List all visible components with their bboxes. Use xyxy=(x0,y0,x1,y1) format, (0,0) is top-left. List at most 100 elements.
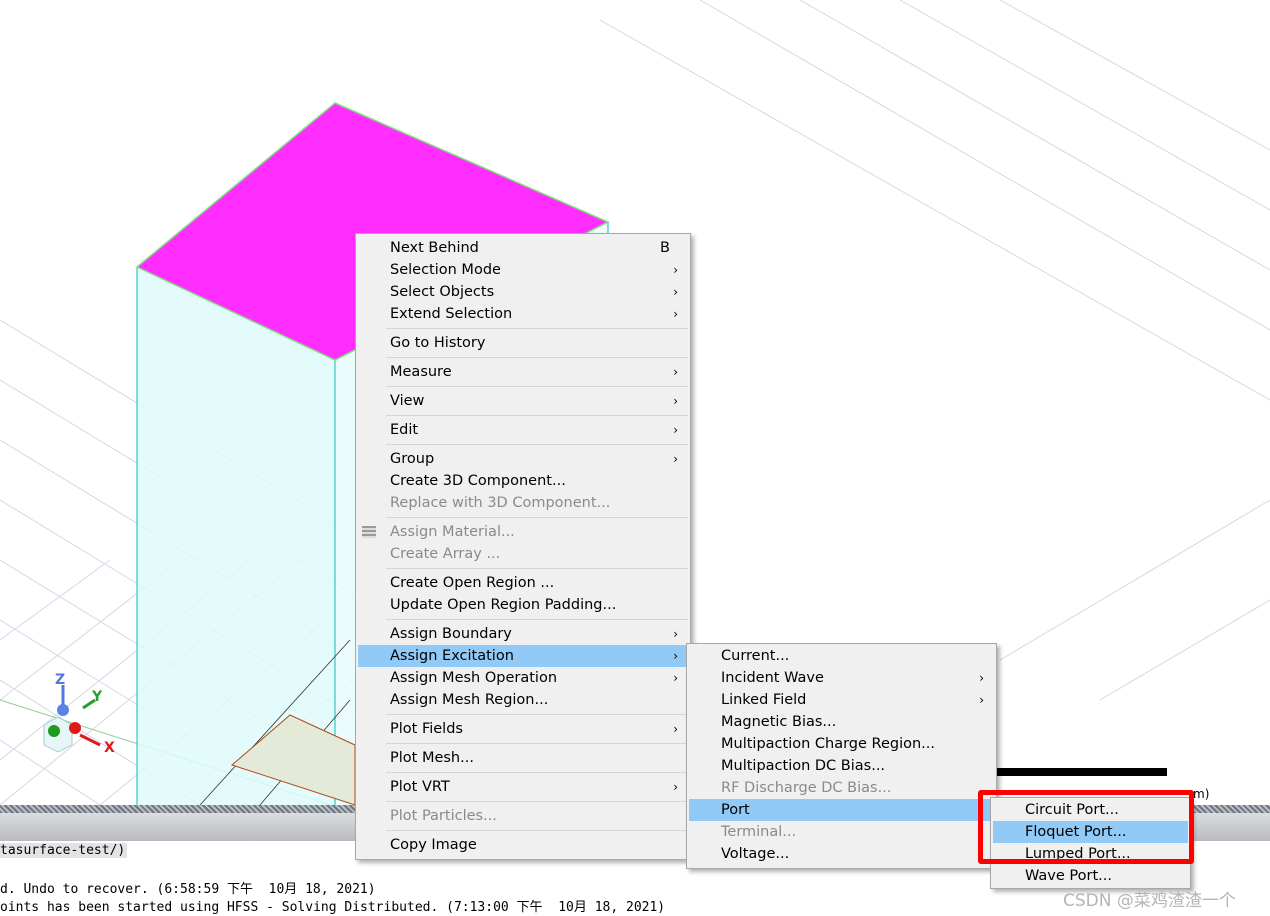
menu-item-label: Create Array ... xyxy=(390,546,501,562)
menu-item-label: Magnetic Bias... xyxy=(721,714,837,730)
menu-separator xyxy=(386,772,688,773)
menu-item-wave-port[interactable]: Wave Port... xyxy=(993,865,1188,887)
menu-item-label: Multipaction Charge Region... xyxy=(721,736,935,752)
menu-item-plot-vrt[interactable]: Plot VRT › xyxy=(358,776,688,798)
menu-separator xyxy=(386,357,688,358)
menu-item-assign-material: Assign Material... xyxy=(358,521,688,543)
menu-separator xyxy=(386,386,688,387)
menu-item-label: Port xyxy=(721,802,750,818)
menu-separator xyxy=(386,415,688,416)
menu-item-label: Assign Mesh Operation xyxy=(390,670,558,686)
menu-item-label: Assign Mesh Region... xyxy=(390,692,549,708)
submenu-arrow-icon: › xyxy=(673,627,678,641)
submenu-arrow-icon: › xyxy=(673,649,678,663)
menu-separator xyxy=(386,444,688,445)
menu-item-update-open-region-padding[interactable]: Update Open Region Padding... xyxy=(358,594,688,616)
menu-item-linked-field[interactable]: Linked Field › xyxy=(689,689,994,711)
menu-item-label: Group xyxy=(390,451,435,467)
submenu-arrow-icon: › xyxy=(673,263,678,277)
menu-item-select-objects[interactable]: Select Objects › xyxy=(358,281,688,303)
menu-item-next-behind[interactable]: Next Behind B xyxy=(358,237,688,259)
menu-item-label: Assign Material... xyxy=(390,524,515,540)
submenu-arrow-icon: › xyxy=(673,722,678,736)
menu-item-measure[interactable]: Measure › xyxy=(358,361,688,383)
menu-separator xyxy=(386,619,688,620)
menu-item-create-3d-component[interactable]: Create 3D Component... xyxy=(358,470,688,492)
menu-item-label: Plot Fields xyxy=(390,721,463,737)
menu-separator xyxy=(386,714,688,715)
menu-item-label: Measure xyxy=(390,364,452,380)
context-menu: Next Behind B Selection Mode › Select Object… xyxy=(355,233,691,860)
red-highlight-annotation xyxy=(978,790,1194,864)
menu-item-label: Edit xyxy=(390,422,419,438)
menu-item-edit[interactable]: Edit › xyxy=(358,419,688,441)
menu-item-label: Create Open Region ... xyxy=(390,575,555,591)
menu-item-label: Incident Wave xyxy=(721,670,824,686)
menu-item-go-to-history[interactable]: Go to History xyxy=(358,332,688,354)
menu-item-view[interactable]: View › xyxy=(358,390,688,412)
menu-item-plot-fields[interactable]: Plot Fields › xyxy=(358,718,688,740)
menu-item-label: Plot VRT xyxy=(390,779,450,795)
scale-bar xyxy=(997,768,1167,776)
project-path: tasurface-test/) xyxy=(0,843,128,858)
submenu-arrow-icon: › xyxy=(673,452,678,466)
menu-item-label: Go to History xyxy=(390,335,486,351)
submenu-arrow-icon: › xyxy=(673,423,678,437)
submenu-arrow-icon: › xyxy=(673,285,678,299)
menu-item-assign-excitation[interactable]: Assign Excitation › xyxy=(358,645,688,667)
axis-z-label: Z xyxy=(55,672,65,688)
menu-item-multipaction-dc-bias[interactable]: Multipaction DC Bias... xyxy=(689,755,994,777)
menu-separator xyxy=(386,568,688,569)
menu-item-plot-mesh[interactable]: Plot Mesh... xyxy=(358,747,688,769)
menu-item-replace-with-3d-component: Replace with 3D Component... xyxy=(358,492,688,514)
menu-separator xyxy=(386,743,688,744)
log-line: d. Undo to recover. (6:58:59 下午 10月 18, … xyxy=(0,882,376,897)
menu-item-label: Replace with 3D Component... xyxy=(390,495,611,511)
menu-item-selection-mode[interactable]: Selection Mode › xyxy=(358,259,688,281)
menu-item-label: RF Discharge DC Bias... xyxy=(721,780,892,796)
menu-item-incident-wave[interactable]: Incident Wave › xyxy=(689,667,994,689)
menu-item-label: Wave Port... xyxy=(1025,868,1112,884)
log-line: oints has been started using HFSS - Solv… xyxy=(0,900,666,915)
menu-separator xyxy=(386,517,688,518)
submenu-arrow-icon: › xyxy=(673,780,678,794)
submenu-arrow-icon: › xyxy=(673,307,678,321)
menu-separator xyxy=(386,830,688,831)
menu-item-label: Plot Mesh... xyxy=(390,750,474,766)
menu-item-label: Select Objects xyxy=(390,284,495,300)
menu-separator xyxy=(386,801,688,802)
shortcut-label: B xyxy=(660,240,670,256)
menu-item-create-array: Create Array ... xyxy=(358,543,688,565)
menu-item-port[interactable]: Port › xyxy=(689,799,994,821)
watermark: CSDN @菜鸡渣渣一个 xyxy=(1063,891,1236,911)
menu-item-assign-mesh-operation[interactable]: Assign Mesh Operation › xyxy=(358,667,688,689)
menu-item-label: Terminal... xyxy=(721,824,797,840)
menu-item-voltage[interactable]: Voltage... xyxy=(689,843,994,865)
menu-item-label: Update Open Region Padding... xyxy=(390,597,617,613)
menu-item-terminal: Terminal... xyxy=(689,821,994,843)
axis-y-label: Y xyxy=(91,689,103,705)
menu-item-label: View xyxy=(390,393,425,409)
submenu-arrow-icon: › xyxy=(979,671,984,685)
menu-item-label: Assign Excitation xyxy=(390,648,514,664)
menu-item-label: Plot Particles... xyxy=(390,808,497,824)
menu-item-label: Voltage... xyxy=(721,846,790,862)
menu-item-assign-mesh-region[interactable]: Assign Mesh Region... xyxy=(358,689,688,711)
material-icon xyxy=(362,526,376,538)
menu-item-label: Linked Field xyxy=(721,692,807,708)
menu-item-copy-image[interactable]: Copy Image xyxy=(358,834,688,856)
menu-item-label: Extend Selection xyxy=(390,306,513,322)
scale-unit: m) xyxy=(1193,787,1209,801)
menu-item-current[interactable]: Current... xyxy=(689,645,994,667)
menu-separator xyxy=(386,328,688,329)
menu-item-magnetic-bias[interactable]: Magnetic Bias... xyxy=(689,711,994,733)
axis-x-label: X xyxy=(104,740,115,756)
menu-item-assign-boundary[interactable]: Assign Boundary › xyxy=(358,623,688,645)
menu-item-label: Next Behind xyxy=(390,240,479,256)
menu-item-label: Selection Mode xyxy=(390,262,501,278)
submenu-arrow-icon: › xyxy=(673,394,678,408)
menu-item-extend-selection[interactable]: Extend Selection › xyxy=(358,303,688,325)
menu-item-create-open-region[interactable]: Create Open Region ... xyxy=(358,572,688,594)
menu-item-multipaction-charge-region[interactable]: Multipaction Charge Region... xyxy=(689,733,994,755)
menu-item-group[interactable]: Group › xyxy=(358,448,688,470)
